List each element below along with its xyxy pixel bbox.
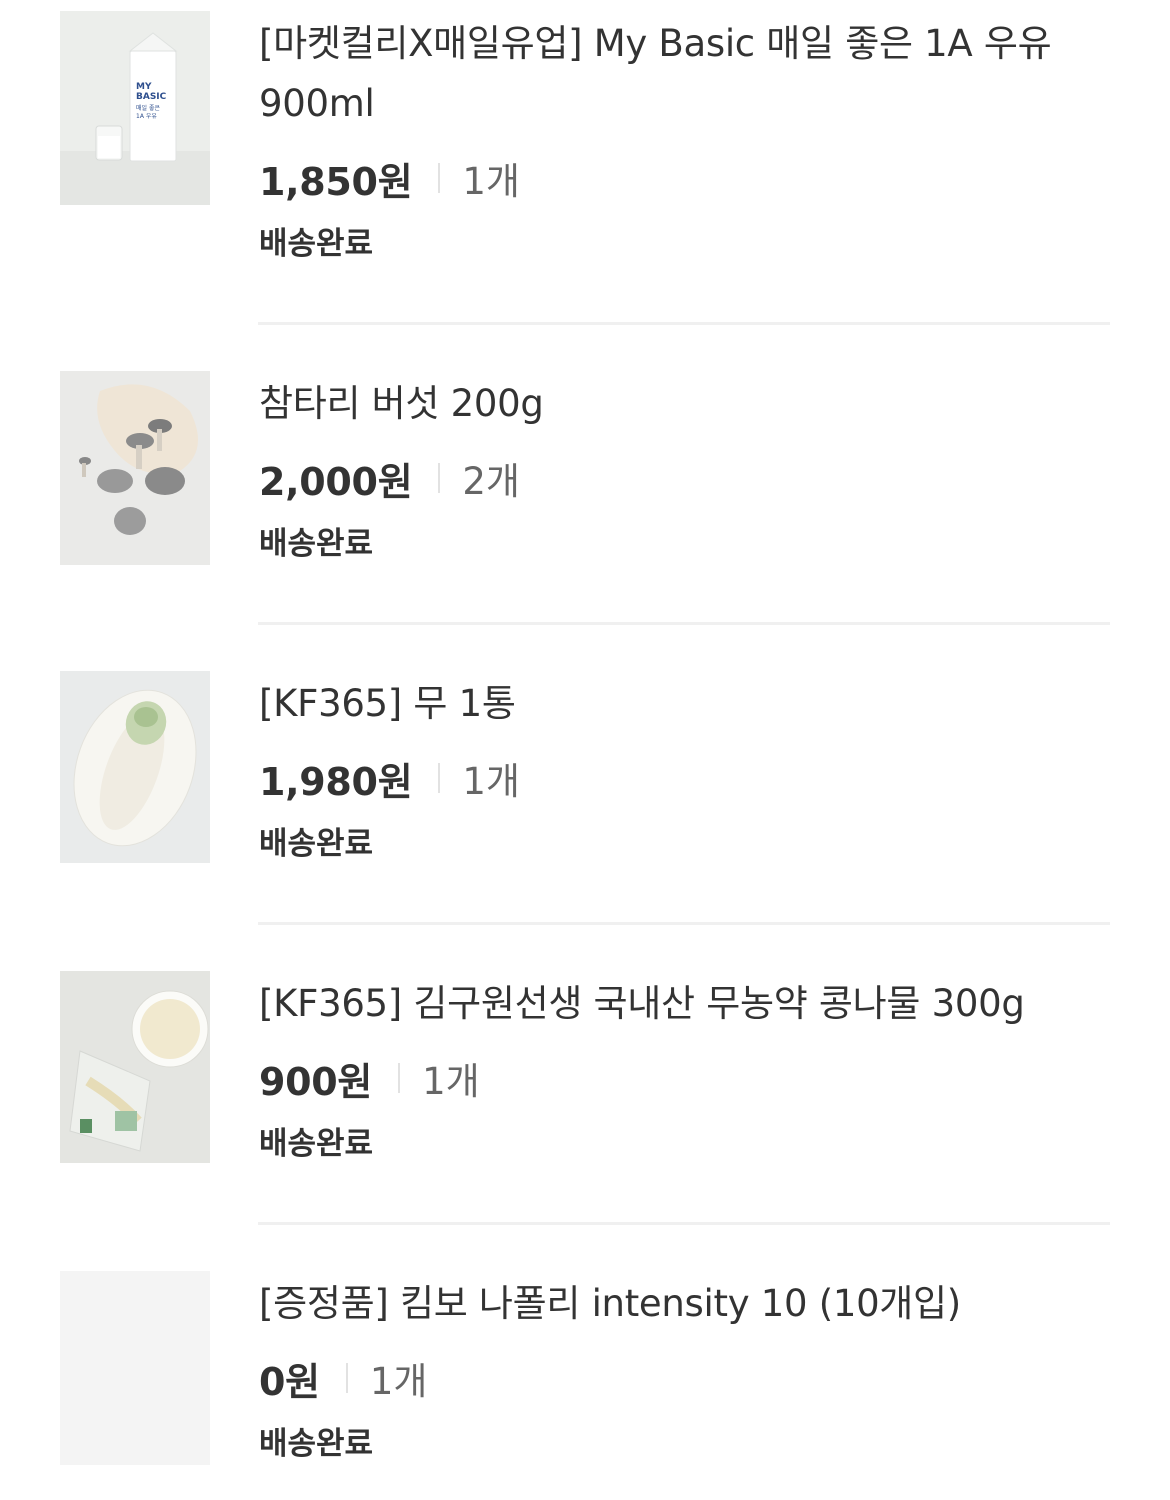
price-row: 1,850원 1개 xyxy=(259,148,1119,208)
price-row: 1,980원 1개 xyxy=(259,748,1119,808)
item-divider xyxy=(258,922,1110,925)
bean-sprouts-image[interactable] xyxy=(60,971,210,1163)
product-price: 2,000원 xyxy=(259,459,413,504)
item-info: 참타리 버섯 200g 2,000원 2개 배송완료 xyxy=(259,374,1119,568)
product-quantity: 1개 xyxy=(462,760,520,803)
product-name[interactable]: [마켓컬리X매일유업] My Basic 매일 좋은 1A 우유 900ml xyxy=(259,14,1119,134)
order-item[interactable]: [KF365] 무 1통 1,980원 1개 배송완료 xyxy=(0,660,1170,960)
product-quantity: 2개 xyxy=(462,460,520,503)
package-line-1: MY xyxy=(136,82,152,92)
product-quantity: 1개 xyxy=(369,1360,428,1403)
milk-carton-image[interactable]: MY BASIC 매일 좋은 1A 우유 xyxy=(60,11,210,205)
price-separator xyxy=(398,1063,401,1093)
product-quantity: 1개 xyxy=(462,160,520,203)
item-info: [KF365] 김구원선생 국내산 무농약 콩나물 300g 900원 1개 배… xyxy=(259,974,1119,1168)
delivery-status: 배송완료 xyxy=(259,1426,374,1462)
price-separator xyxy=(438,763,441,793)
delivery-status: 배송완료 xyxy=(259,1126,374,1162)
mushroom-image[interactable] xyxy=(60,371,210,565)
order-item[interactable]: [KF365] 김구원선생 국내산 무농약 콩나물 300g 900원 1개 배… xyxy=(0,960,1170,1260)
product-name[interactable]: 참타리 버섯 200g xyxy=(259,374,1119,434)
price-row: 900원 1개 xyxy=(259,1048,1119,1108)
order-item[interactable]: [증정품] 킴보 나폴리 intensity 10 (10개입) 0원 1개 배… xyxy=(0,1260,1170,1500)
package-line-2: BASIC xyxy=(136,92,167,102)
order-item-list: MY BASIC 매일 좋은 1A 우유 [마켓컬리X매일유업] My Basi… xyxy=(0,0,1170,1500)
price-separator xyxy=(345,1363,348,1393)
order-item[interactable]: 참타리 버섯 200g 2,000원 2개 배송완료 xyxy=(0,360,1170,660)
package-line-4: 1A 우유 xyxy=(136,113,157,120)
product-price: 1,980원 xyxy=(259,759,413,804)
product-quantity: 1개 xyxy=(422,1060,480,1103)
order-item[interactable]: MY BASIC 매일 좋은 1A 우유 [마켓컬리X매일유업] My Basi… xyxy=(0,0,1170,325)
price-row: 2,000원 2개 xyxy=(259,448,1119,508)
item-info: [마켓컬리X매일유업] My Basic 매일 좋은 1A 우유 900ml 1… xyxy=(259,14,1119,268)
item-info: [증정품] 킴보 나폴리 intensity 10 (10개입) 0원 1개 배… xyxy=(259,1274,1119,1468)
product-name[interactable]: [KF365] 무 1통 xyxy=(259,674,1119,734)
radish-image[interactable] xyxy=(60,671,210,863)
product-name[interactable]: [증정품] 킴보 나폴리 intensity 10 (10개입) xyxy=(259,1274,1119,1334)
delivery-status: 배송완료 xyxy=(259,226,374,262)
item-info: [KF365] 무 1통 1,980원 1개 배송완료 xyxy=(259,674,1119,868)
product-name[interactable]: [KF365] 김구원선생 국내산 무농약 콩나물 300g xyxy=(259,974,1119,1034)
product-price: 0원 xyxy=(259,1359,320,1404)
delivery-status: 배송완료 xyxy=(259,526,374,562)
price-separator xyxy=(438,163,441,193)
price-row: 0원 1개 xyxy=(259,1348,1119,1408)
product-price: 1,850원 xyxy=(259,159,413,204)
package-line-3: 매일 좋은 xyxy=(136,104,160,112)
product-price: 900원 xyxy=(259,1059,373,1104)
placeholder-image[interactable] xyxy=(60,1271,210,1465)
item-divider xyxy=(258,1222,1110,1225)
price-separator xyxy=(438,463,441,493)
item-divider xyxy=(258,622,1110,625)
item-divider xyxy=(258,322,1110,325)
delivery-status: 배송완료 xyxy=(259,826,374,862)
